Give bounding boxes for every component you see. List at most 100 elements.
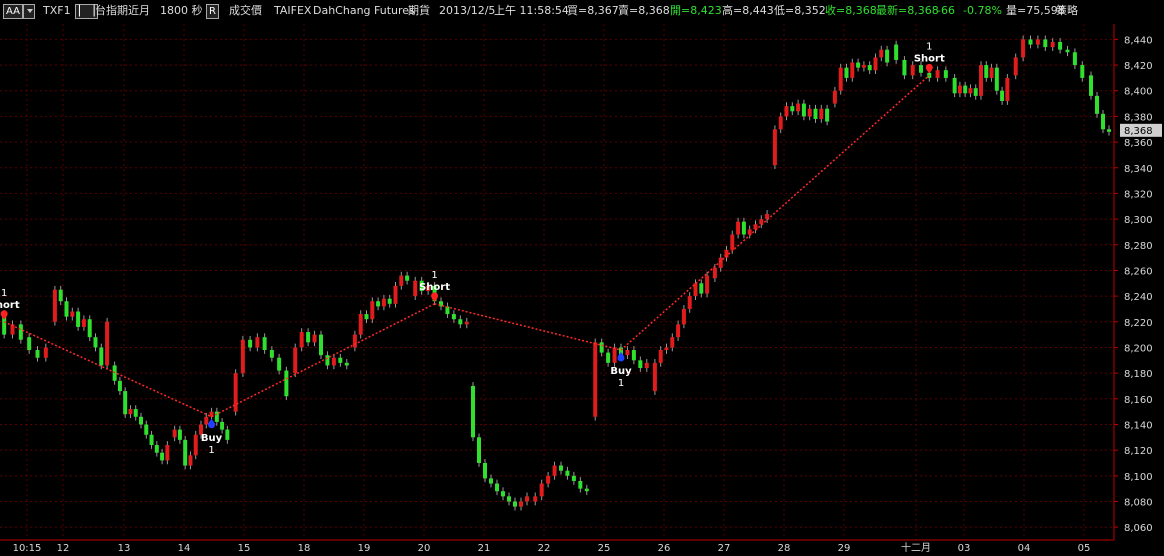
candlestick-chart[interactable]: Short1Buy1Short1Buy1Short1 8,0608,0808,1… bbox=[0, 0, 1164, 556]
y-tick-label: 8,120 bbox=[1124, 446, 1153, 457]
candle-body bbox=[1050, 41, 1055, 48]
candle-body bbox=[625, 350, 630, 356]
candle-body bbox=[1107, 129, 1111, 132]
y-tick-label: 8,200 bbox=[1124, 343, 1153, 354]
candle-body bbox=[27, 337, 32, 351]
candle-body bbox=[879, 49, 884, 58]
candle-body bbox=[910, 65, 915, 76]
candle-body bbox=[495, 483, 499, 492]
y-tick-label: 8,100 bbox=[1124, 472, 1153, 483]
y-tick-label: 8,080 bbox=[1124, 497, 1153, 508]
candle-body bbox=[676, 324, 681, 338]
candle-body bbox=[825, 108, 830, 122]
candle-body bbox=[483, 462, 487, 479]
candle-body bbox=[652, 362, 657, 392]
buy-label: Buy bbox=[201, 433, 223, 444]
candle-body bbox=[919, 65, 923, 73]
candle-body bbox=[741, 221, 746, 235]
x-tick-label: 20 bbox=[418, 543, 431, 554]
candle-body bbox=[1080, 65, 1085, 78]
short-label: Short bbox=[419, 282, 450, 293]
x-tick-label: 27 bbox=[718, 543, 731, 554]
candle-body bbox=[225, 429, 230, 440]
candle-body bbox=[994, 67, 999, 91]
last-price-label: 8,368 bbox=[1124, 126, 1153, 137]
y-tick-label: 8,140 bbox=[1124, 420, 1153, 431]
trade-lines bbox=[3, 74, 930, 418]
x-tick-label: 13 bbox=[118, 543, 131, 554]
candle-body bbox=[606, 352, 611, 363]
x-tick-label: 18 bbox=[298, 543, 311, 554]
candle-body bbox=[477, 437, 481, 463]
candle-body bbox=[87, 319, 92, 338]
candle-body bbox=[177, 429, 182, 440]
candle-body bbox=[344, 362, 349, 366]
candle-body bbox=[984, 65, 989, 78]
candle-body bbox=[471, 385, 475, 438]
time-axis: 10:15 12 13 14 15 18 19 20 21 22 25 26 27 28 29 十二月 03 04… bbox=[13, 541, 1091, 554]
candle-body bbox=[193, 434, 198, 456]
candle-body bbox=[790, 106, 795, 112]
y-tick-label: 8,260 bbox=[1124, 266, 1153, 277]
candle-body bbox=[1072, 52, 1077, 66]
candle-body bbox=[681, 308, 686, 325]
candle-body bbox=[58, 289, 63, 302]
candle-body bbox=[612, 347, 617, 363]
candle-body bbox=[957, 85, 962, 94]
candle-body bbox=[559, 465, 563, 471]
short-marker-arrow bbox=[926, 69, 933, 74]
candle-body bbox=[885, 49, 890, 63]
y-tick-label: 8,320 bbox=[1124, 189, 1153, 200]
candle-body bbox=[364, 314, 369, 320]
candle-body bbox=[631, 350, 636, 361]
candle-body bbox=[861, 65, 866, 68]
buy-qty: 1 bbox=[618, 378, 624, 389]
candle-body bbox=[160, 452, 165, 461]
candle-body bbox=[1021, 39, 1026, 58]
candle-body bbox=[973, 88, 978, 96]
candle-body bbox=[188, 455, 193, 466]
candle-body bbox=[358, 314, 363, 335]
candle-body bbox=[778, 116, 783, 130]
candle-body bbox=[18, 324, 23, 340]
x-tick-label: 21 bbox=[478, 543, 491, 554]
candle-body bbox=[507, 496, 511, 502]
candle-body bbox=[76, 311, 81, 327]
y-tick-label: 8,220 bbox=[1124, 318, 1153, 329]
candle-body bbox=[255, 337, 260, 348]
candle-body bbox=[172, 429, 177, 438]
candle-body bbox=[105, 321, 110, 366]
short-label: Short bbox=[914, 53, 945, 64]
candle-body bbox=[565, 470, 570, 476]
candle-body bbox=[943, 70, 948, 78]
candle-body bbox=[902, 59, 907, 76]
y-tick-label: 8,280 bbox=[1124, 241, 1153, 252]
candle-body bbox=[644, 362, 649, 368]
candle-body bbox=[807, 108, 812, 117]
candle-body bbox=[501, 491, 505, 497]
candle-body bbox=[784, 106, 789, 117]
candle-body bbox=[117, 380, 122, 392]
y-tick-label: 8,340 bbox=[1124, 164, 1153, 175]
buy-marker-arrow bbox=[208, 418, 215, 423]
candle-body bbox=[699, 283, 704, 294]
candle-body bbox=[144, 424, 149, 435]
candle-body bbox=[64, 301, 69, 317]
candle-body bbox=[736, 221, 741, 235]
candle-body bbox=[204, 416, 209, 425]
candle-body bbox=[299, 332, 304, 348]
candle-body bbox=[873, 57, 878, 71]
y-tick-label: 8,420 bbox=[1124, 61, 1153, 72]
candle-body bbox=[262, 337, 267, 351]
candle-body bbox=[381, 298, 386, 307]
candle-body bbox=[801, 103, 806, 117]
candle-body bbox=[638, 360, 643, 368]
y-tick-label: 8,380 bbox=[1124, 112, 1153, 123]
candle-body bbox=[1089, 75, 1093, 96]
candle-body bbox=[123, 391, 128, 415]
candle-body bbox=[952, 77, 957, 94]
candle-body bbox=[1101, 113, 1105, 130]
candle-body bbox=[584, 488, 589, 492]
y-tick-label: 8,360 bbox=[1124, 138, 1153, 149]
short-marker-arrow bbox=[431, 297, 438, 302]
